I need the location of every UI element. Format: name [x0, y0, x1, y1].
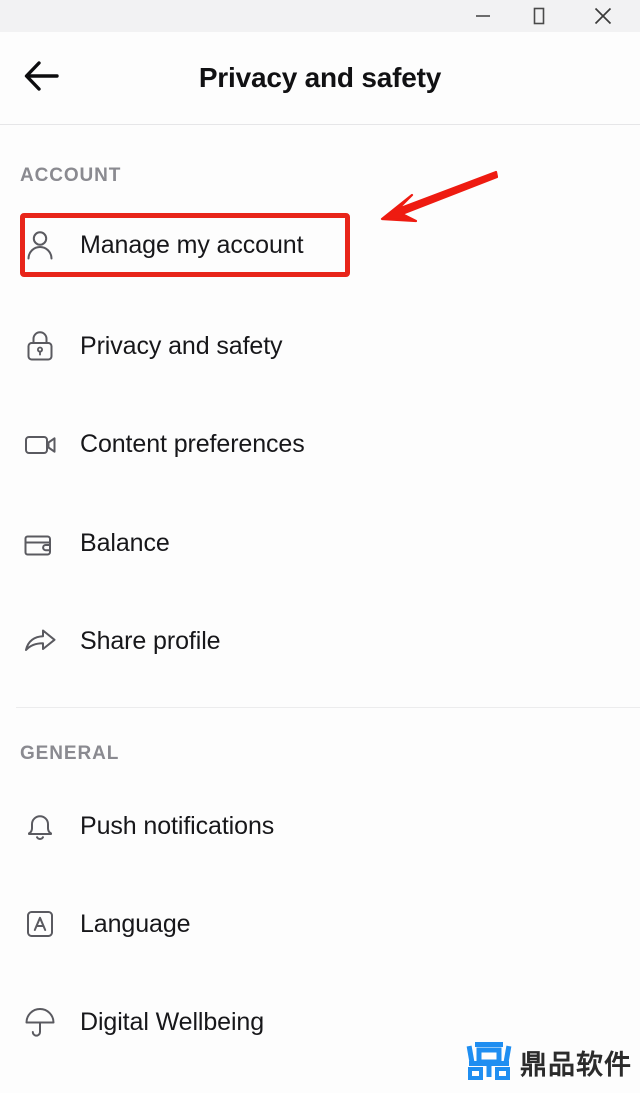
- settings-item-label: Share profile: [80, 626, 221, 655]
- minimize-icon: [472, 5, 494, 27]
- window-close-button[interactable]: [580, 0, 626, 32]
- settings-item-language[interactable]: Language: [0, 892, 640, 956]
- settings-item-share-profile[interactable]: Share profile: [0, 609, 640, 673]
- umbrella-icon: [16, 1003, 64, 1041]
- maximize-icon: [528, 5, 550, 27]
- settings-list: ACCOUNT Manage my account Privacy and sa…: [0, 125, 640, 1093]
- settings-item-label: Privacy and safety: [80, 331, 283, 360]
- settings-item-label: Content preferences: [80, 429, 305, 458]
- section-header-account: ACCOUNT: [20, 165, 122, 186]
- letter-a-box-icon: [16, 905, 64, 943]
- settings-item-label: Digital Wellbeing: [80, 1007, 265, 1036]
- share-arrow-icon: [16, 622, 64, 660]
- close-icon: [591, 4, 615, 28]
- lock-icon: [16, 327, 64, 365]
- settings-item-privacy-and-safety[interactable]: Privacy and safety: [0, 314, 640, 378]
- window-title-bar: [0, 0, 640, 32]
- settings-item-label: Manage my account: [80, 230, 304, 259]
- watermark: 鼎品软件: [466, 1038, 632, 1087]
- settings-item-balance[interactable]: Balance: [0, 511, 640, 575]
- watermark-text: 鼎品软件: [520, 1050, 632, 1081]
- settings-item-label: Push notifications: [80, 811, 275, 840]
- settings-item-label: Balance: [80, 528, 170, 557]
- settings-item-label: Language: [80, 909, 191, 938]
- page-header: Privacy and safety: [0, 32, 640, 125]
- wallet-icon: [16, 524, 64, 562]
- bell-icon: [16, 807, 64, 845]
- ding-logo-icon: [466, 1038, 512, 1087]
- settings-item-manage-my-account[interactable]: Manage my account: [0, 213, 640, 277]
- page-title: Privacy and safety: [198, 62, 442, 93]
- settings-item-content-preferences[interactable]: Content preferences: [0, 412, 640, 476]
- video-camera-icon: [16, 425, 64, 463]
- window-minimize-button[interactable]: [460, 0, 506, 32]
- section-divider: [16, 707, 640, 708]
- window-maximize-button[interactable]: [516, 0, 562, 32]
- person-icon: [16, 226, 64, 264]
- section-header-general: GENERAL: [20, 743, 120, 764]
- settings-item-push-notifications[interactable]: Push notifications: [0, 794, 640, 858]
